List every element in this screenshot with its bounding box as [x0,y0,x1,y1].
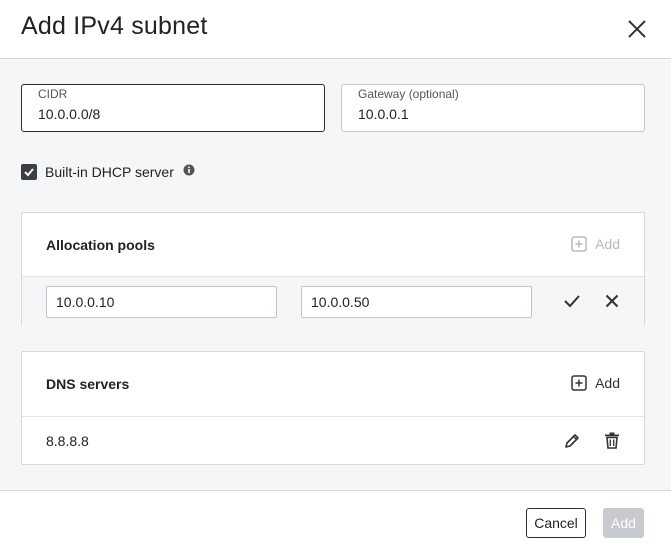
cancel-pool-button[interactable] [605,294,619,313]
dialog-footer: Cancel Add [0,490,671,556]
close-icon [628,20,646,38]
pool-start-input[interactable]: 10.0.0.10 [46,286,277,318]
checkmark-icon [24,168,34,177]
dialog-title: Add IPv4 subnet [21,12,208,40]
gateway-value: 10.0.0.1 [358,106,409,122]
cidr-label: CIDR [38,87,68,101]
dhcp-checkbox-row: Built-in DHCP server [21,163,195,181]
trash-icon [605,432,619,449]
check-icon [564,295,580,308]
add-allocation-pool-button[interactable]: Add [571,236,620,252]
info-icon[interactable] [183,163,195,181]
close-icon [605,294,619,308]
plus-box-icon [571,375,587,391]
gateway-label: Gateway (optional) [358,87,459,101]
dns-servers-panel: DNS servers Add 8.8.8.8 [21,351,645,465]
add-dns-server-button[interactable]: Add [571,375,620,391]
cancel-button[interactable]: Cancel [526,508,586,538]
add-subnet-dialog: Add IPv4 subnet CIDR 10.0.0.0/8 Gateway … [0,0,671,556]
pencil-icon [565,434,579,448]
edit-dns-button[interactable] [564,433,580,454]
delete-dns-button[interactable] [604,432,620,454]
close-button[interactable] [622,14,652,44]
cidr-value: 10.0.0.0/8 [38,106,101,122]
gateway-field[interactable]: Gateway (optional) 10.0.0.1 [341,84,645,132]
dhcp-label: Built-in DHCP server [45,164,174,180]
add-dns-server-label: Add [595,375,620,391]
pool-end-input[interactable]: 10.0.0.50 [301,286,532,318]
cidr-field[interactable]: CIDR 10.0.0.0/8 [21,84,325,132]
confirm-pool-button[interactable] [563,293,581,314]
allocation-pools-title: Allocation pools [46,237,155,253]
add-allocation-pool-label: Add [595,236,620,252]
allocation-pools-panel: Allocation pools Add 10.0.0.10 10.0.0.50 [21,212,645,326]
allocation-pool-row: 10.0.0.10 10.0.0.50 [22,277,644,326]
dhcp-checkbox[interactable] [21,164,37,180]
add-button[interactable]: Add [603,508,644,538]
dialog-header: Add IPv4 subnet [0,0,671,59]
panel-divider [22,416,644,417]
dns-server-value: 8.8.8.8 [46,433,89,449]
dns-servers-title: DNS servers [46,376,130,392]
plus-box-icon [571,236,587,252]
